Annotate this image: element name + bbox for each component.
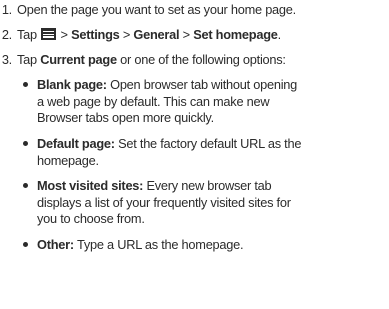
option-line: you to choose from. [37,211,145,226]
bullet-icon [23,183,28,188]
option-body: Default page: Set the factory default UR… [37,136,389,169]
general-label: General [133,27,180,42]
step-number: 2. [1,27,12,42]
option-line: displays a list of your frequently visit… [37,194,291,210]
separator: > [122,27,131,42]
option-line: homepage. [37,152,99,168]
step-prefix: Tap [17,27,37,42]
option-line: Other: Type a URL as the homepage. [37,237,389,254]
option-line: Browser tabs open more quickly. [37,110,214,125]
bullet-icon [23,242,28,247]
step-text: Open the page you want to set as your ho… [17,2,296,17]
step-text: Tap > Settings > General > Set homepage. [17,27,281,43]
option-body: Most visited sites: Every new browser ta… [37,178,389,228]
step-end: . [277,27,282,42]
settings-label: Settings [71,27,120,42]
option-text: Set the factory default URL as the [118,136,302,151]
option-text: Every new browser tab [146,178,272,193]
option-line: Blank page: Open browser tab without ope… [37,77,389,94]
option-title: Blank page: [37,77,107,92]
option-line: a web page by default. This can make new [37,93,270,109]
option-body: Other: Type a URL as the homepage. [37,237,389,254]
step-number: 1. [1,2,12,17]
step-text: Tap Current page or one of the following… [17,52,286,68]
option-text: Type a URL as the homepage. [76,237,244,252]
option-title: Other: [37,237,74,252]
step-rest: or one of the following options: [120,52,286,67]
option-title: Most visited sites: [37,178,144,193]
option-title: Default page: [37,136,115,151]
bullet-icon [23,82,28,87]
option-line: Default page: Set the factory default UR… [37,136,389,153]
menu-icon [41,28,57,40]
bullet-icon [23,141,28,146]
current-page-label: Current page [40,52,117,67]
separator: > [182,27,190,42]
step-prefix: Tap [17,52,37,67]
homepage-instructions: 1. Open the page you want to set as your… [0,0,389,309]
set-homepage-label: Set homepage [193,27,278,42]
option-line: Most visited sites: Every new browser ta… [37,178,389,195]
step-number: 3. [1,52,12,67]
option-body: Blank page: Open browser tab without ope… [37,77,389,127]
separator: > [60,27,68,42]
option-text: Open browser tab without opening [110,77,298,92]
